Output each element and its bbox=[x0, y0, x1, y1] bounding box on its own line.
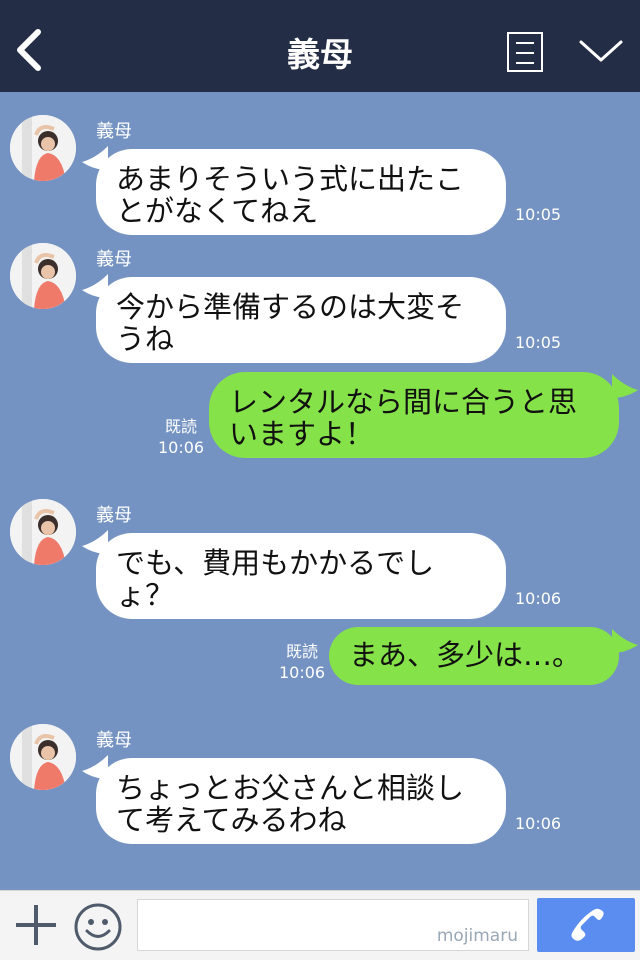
chat-header: 義母 bbox=[0, 0, 640, 92]
message-input[interactable]: mojimaru bbox=[137, 899, 529, 951]
watermark-text: mojimaru bbox=[436, 926, 518, 946]
message-bubble[interactable]: あまりそういう式に出たことがなくてねえ bbox=[96, 149, 506, 235]
chat-title: 義母 bbox=[287, 35, 353, 74]
call-button[interactable] bbox=[537, 898, 635, 952]
bubble-tail bbox=[612, 374, 638, 398]
sender-name: 義母 bbox=[96, 505, 132, 526]
message-time: 10:05 bbox=[515, 333, 562, 352]
avatar[interactable] bbox=[10, 115, 76, 181]
message-bubble[interactable]: 今から準備するのは大変そうね bbox=[96, 277, 506, 363]
sender-name: 義母 bbox=[96, 121, 132, 142]
message-time: 10:06 bbox=[158, 438, 205, 457]
message-time: 10:06 bbox=[515, 814, 562, 833]
bubble-tail bbox=[612, 629, 638, 653]
message-bubble[interactable]: まあ、多少は…。 bbox=[329, 627, 619, 685]
avatar[interactable] bbox=[10, 499, 76, 565]
emoji-icon[interactable] bbox=[73, 902, 123, 952]
sender-name: 義母 bbox=[96, 249, 132, 270]
chevron-down-icon[interactable] bbox=[578, 36, 624, 66]
avatar[interactable] bbox=[10, 243, 76, 309]
read-receipt: 既読 10:06 bbox=[279, 641, 325, 683]
message-time: 10:06 bbox=[279, 663, 326, 682]
phone-icon bbox=[571, 908, 604, 941]
message-bubble[interactable]: でも、費用もかかるでしょ？ bbox=[96, 533, 506, 619]
message-time: 10:05 bbox=[515, 205, 562, 224]
message-time: 10:06 bbox=[515, 589, 562, 608]
read-label: 既読 bbox=[165, 417, 198, 436]
input-bar: mojimaru bbox=[0, 890, 640, 960]
sender-name: 義母 bbox=[96, 730, 132, 751]
note-icon[interactable] bbox=[507, 32, 543, 72]
message-bubble[interactable]: ちょっとお父さんと相談して考えてみるわね bbox=[96, 758, 506, 844]
message-bubble[interactable]: レンタルなら間に合うと思いますよ！ bbox=[209, 372, 619, 458]
avatar[interactable] bbox=[10, 724, 76, 790]
read-receipt: 既読 10:06 bbox=[158, 416, 204, 458]
plus-icon[interactable] bbox=[14, 903, 58, 947]
read-label: 既読 bbox=[286, 642, 319, 661]
